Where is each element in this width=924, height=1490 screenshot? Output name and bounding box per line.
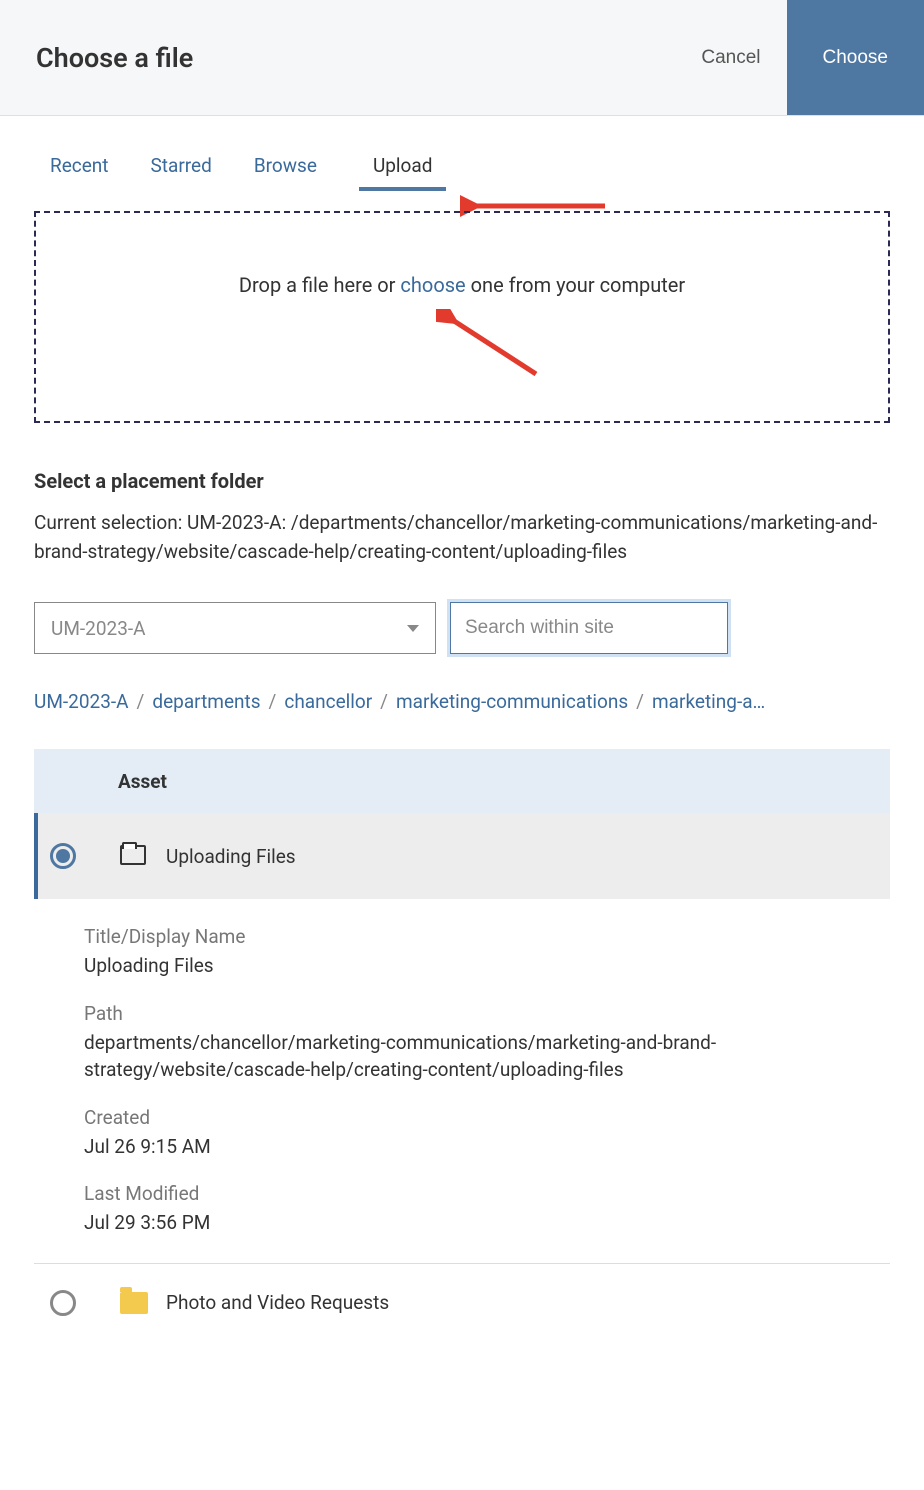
breadcrumb-sep: /: [137, 690, 145, 713]
breadcrumb: UM-2023-A / departments / chancellor / marketi…: [34, 690, 890, 713]
breadcrumb-item[interactable]: UM-2023-A: [34, 690, 129, 713]
header-actions: Cancel Choose: [675, 0, 924, 115]
detail-modified-value: Jul 29 3:56 PM: [84, 1209, 874, 1237]
asset-table: Asset Uploading Files Title/Display Name…: [34, 749, 890, 1326]
column-asset: Asset: [118, 770, 167, 793]
current-selection: Current selection: UM-2023-A: /departmen…: [34, 509, 890, 566]
tab-recent[interactable]: Recent: [50, 154, 109, 191]
annotation-arrow-choose-icon: [436, 309, 556, 389]
cancel-button[interactable]: Cancel: [675, 0, 786, 115]
dialog-title: Choose a file: [36, 42, 193, 74]
breadcrumb-sep: /: [269, 690, 277, 713]
chevron-down-icon: [407, 625, 419, 632]
site-select[interactable]: UM-2023-A: [34, 602, 436, 654]
detail-created-value: Jul 26 9:15 AM: [84, 1133, 874, 1161]
breadcrumb-sep: /: [636, 690, 644, 713]
breadcrumb-item[interactable]: chancellor: [284, 690, 372, 713]
choose-file-link[interactable]: choose: [400, 273, 465, 297]
current-selection-label: Current selection:: [34, 511, 187, 534]
table-row[interactable]: Uploading Files: [34, 813, 890, 899]
dropzone-prefix: Drop a file here or: [239, 273, 401, 297]
placement-heading: Select a placement folder: [34, 469, 890, 493]
tab-browse[interactable]: Browse: [254, 154, 317, 191]
asset-name: Uploading Files: [166, 845, 296, 868]
breadcrumb-item[interactable]: marketing-a…: [652, 690, 765, 713]
radio-select[interactable]: [50, 843, 76, 869]
controls-row: UM-2023-A: [34, 602, 890, 654]
tabs: Recent Starred Browse Upload: [50, 154, 890, 191]
upload-dropzone[interactable]: Drop a file here or choose one from your…: [34, 211, 890, 423]
breadcrumb-item[interactable]: marketing-communications: [396, 690, 628, 713]
detail-title-value: Uploading Files: [84, 952, 874, 980]
detail-title-label: Title/Display Name: [84, 925, 874, 948]
table-header: Asset: [34, 749, 890, 813]
table-row[interactable]: Photo and Video Requests: [34, 1264, 890, 1326]
breadcrumb-item[interactable]: departments: [152, 690, 260, 713]
search-input[interactable]: [450, 602, 728, 654]
breadcrumb-sep: /: [380, 690, 388, 713]
dialog-header: Choose a file Cancel Choose: [0, 0, 924, 116]
choose-button[interactable]: Choose: [787, 0, 924, 115]
tab-upload[interactable]: Upload: [359, 154, 447, 191]
asset-name: Photo and Video Requests: [166, 1291, 389, 1314]
asset-details: Title/Display Name Uploading Files Path …: [34, 899, 890, 1264]
detail-created-label: Created: [84, 1106, 874, 1129]
dropzone-text: Drop a file here or choose one from your…: [239, 273, 685, 297]
folder-icon: [120, 845, 148, 867]
dropzone-suffix: one from your computer: [466, 273, 686, 297]
dialog-body: Recent Starred Browse Upload Drop a file…: [0, 154, 924, 1346]
detail-path-value: departments/chancellor/marketing-communi…: [84, 1029, 874, 1084]
radio-select[interactable]: [50, 1290, 76, 1316]
detail-path-label: Path: [84, 1002, 874, 1025]
folder-icon: [120, 1292, 148, 1314]
site-select-value: UM-2023-A: [51, 617, 146, 640]
tab-starred[interactable]: Starred: [151, 154, 212, 191]
detail-modified-label: Last Modified: [84, 1182, 874, 1205]
